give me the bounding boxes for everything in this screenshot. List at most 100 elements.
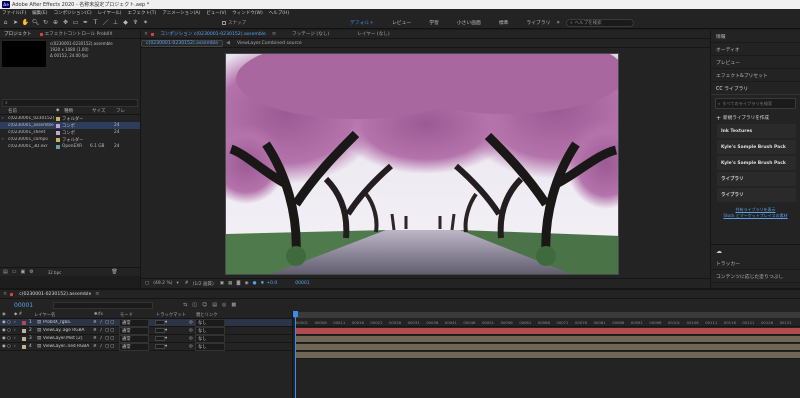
workspace-libraries[interactable]: ライブラリ [526,19,550,26]
layer-name[interactable]: ViewLayer.Mist [2] [41,336,93,341]
new-comp-icon[interactable]: ▣ [20,269,25,275]
rotate-tool-icon[interactable]: ↻ [41,18,50,27]
col-name[interactable]: 名前 [0,108,56,114]
col-track-matte[interactable]: トラックマット [156,312,196,318]
layer-duration-bar[interactable] [295,352,800,359]
eye-icon[interactable]: ◉ [0,336,7,341]
graph-editor-icon[interactable]: ▩ [231,302,236,308]
brush-tool-icon[interactable]: ／ [101,18,110,27]
zoom-select[interactable]: (49.2 %) [153,281,172,286]
label-color-swatch[interactable] [56,137,60,142]
puppet-tool-icon[interactable]: ✶ [141,18,150,27]
interpret-footage-icon[interactable]: ▤ [3,269,8,275]
library-search-input[interactable]: ⌕ すべてのライブラリを検索 [715,98,796,109]
workspace-overflow-icon[interactable]: » [556,19,560,26]
menu-animation[interactable]: アニメーション(A) [162,10,200,16]
menu-layer[interactable]: レイヤー(L) [98,10,122,16]
expand-arrow-icon[interactable]: › [0,116,8,121]
workspace-learn[interactable]: 学習 [429,19,439,26]
camera-tool-icon[interactable]: ⊕ [51,18,60,27]
frame-blending-icon[interactable]: ▤ [212,302,217,308]
new-folder-icon[interactable]: ▭ [12,269,17,275]
project-item[interactable]: › c(0230001_0230152) フォルダー [0,115,140,122]
label-color-swatch[interactable] [56,130,60,135]
panel-preview[interactable]: プレビュー [711,56,800,69]
label-color-swatch[interactable] [56,116,60,121]
parent-select[interactable]: なし [195,326,225,335]
menu-edit[interactable]: 編集(E) [32,10,47,16]
col-parent[interactable]: 親とリンク [196,312,246,318]
layer-row[interactable]: ◉ ○ › 4 ▤ ViewLayer..ned RGBA ⚞ ∕ ▢▢ 通常 ▾ ◎ なし [0,342,292,351]
layer-mode-select[interactable]: 通常 [119,342,149,351]
panel-audio[interactable]: オーディオ [711,43,800,56]
expand-arrow-icon[interactable]: › [14,336,22,341]
layer-switches[interactable]: ⚞ ∕ ▢▢ [93,328,119,333]
stock-marketplace-link[interactable]: Stock とマーケットプレイスの素材 [717,213,794,219]
expand-arrow-icon[interactable]: › [14,320,22,325]
roto-brush-tool-icon[interactable]: ♆ [131,18,140,27]
transparency-grid-icon[interactable]: ▦ [228,281,232,286]
hand-tool-icon[interactable]: ✋ [21,18,30,27]
layer-name[interactable]: ViewLay..age RGBA [41,328,93,333]
comp-subtab-assemble[interactable]: c(0230001-0230152).assemble [141,39,224,47]
layer-mode-select[interactable]: 通常 [119,334,149,343]
always-preview-icon[interactable]: ▢ [145,281,149,286]
workspace-default[interactable]: デフォルト [350,19,374,26]
tab-timeline-comp[interactable]: c(0230001-0230152).assemble [15,292,95,297]
comp-mini-flowchart-icon[interactable]: ⇆ [183,302,187,308]
menu-help[interactable]: ヘルプ(H) [269,10,289,16]
snap-checkbox[interactable] [222,20,226,25]
resolution-select[interactable]: (1/2 画質) [193,281,214,287]
panel-menu-icon[interactable]: ≡ [95,291,99,297]
motion-blur-icon[interactable]: ◎ [222,302,226,308]
tab-layer[interactable]: レイヤー (なし) [353,31,393,37]
workspace-standard[interactable]: 標準 [499,19,509,26]
layer-label-color[interactable] [22,336,26,341]
project-item[interactable]: c(0230001_assemble コンポ 24 [0,122,140,129]
layer-search-input[interactable] [53,301,154,309]
library-item[interactable]: ライブラリ [717,172,796,186]
layer-mode-select[interactable]: 通常 [119,318,149,327]
solo-icon[interactable]: ○ [7,344,14,349]
library-item[interactable]: ライブラリ [717,188,796,202]
playhead-handle[interactable] [293,311,298,317]
menu-file[interactable]: ファイル(F) [2,10,26,16]
col-layer-name[interactable]: レイヤー名 [34,312,94,318]
tab-effect-controls[interactable]: エフェクトコントロール ProbllX [36,31,117,37]
panel-effects-presets[interactable]: エフェクト&プリセット [711,69,800,82]
snapshot-icon[interactable]: ◉ [245,281,249,286]
draft-3d-icon[interactable]: ◫ [192,302,197,308]
project-search-input[interactable]: ⌕ [2,99,138,107]
trash-icon[interactable]: 🗑︎ [111,269,117,275]
track-matte-select[interactable]: ▾ [155,320,189,325]
library-item[interactable]: Ink Textures [717,124,796,138]
layer-label-color[interactable] [22,328,26,333]
library-item[interactable]: Kyle's Sample Brush Pack [717,140,796,154]
eraser-tool-icon[interactable]: ◆ [121,18,130,27]
parent-select[interactable]: なし [195,334,225,343]
shy-icon[interactable]: ☺ [202,302,207,308]
timeline-timecode[interactable]: 00001 [14,302,33,309]
tab-composition[interactable]: コンポジション c(0230001-0230152).assemble [156,31,270,37]
menu-composition[interactable]: コンポジション(C) [53,10,91,16]
panel-menu-icon[interactable]: ≡ [272,31,276,37]
eye-icon[interactable]: ◉ [0,328,7,333]
col-mode[interactable]: モード [120,312,156,318]
layer-mode-select[interactable]: 通常 [119,326,149,335]
panel-info[interactable]: 情報 [711,30,800,43]
type-tool-icon[interactable]: T [91,18,100,27]
library-item[interactable]: Kyle's Sample Brush Pack [717,156,796,170]
comp-subtab-source[interactable]: ViewLayer.Combined source [233,41,306,46]
work-area-bar[interactable] [293,312,800,318]
layer-switches[interactable]: ⚞ ∕ ▢▢ [93,320,119,325]
track-matte-select[interactable]: ▾ [155,336,189,341]
panel-content-aware-fill[interactable]: コンテンツに応じた塗りつぶし [711,270,800,283]
expand-arrow-icon[interactable]: › [0,137,8,142]
menu-effect[interactable]: エフェクト(T) [128,10,157,16]
grid-icon[interactable]: # [185,281,189,286]
region-icon[interactable]: ▣ [220,281,224,286]
camera-icon[interactable]: ◙ [236,281,240,286]
expand-arrow-icon[interactable]: › [14,344,22,349]
settings-icon[interactable]: ⚙ [29,269,33,275]
exposure-value[interactable]: +0.0 [266,281,277,286]
